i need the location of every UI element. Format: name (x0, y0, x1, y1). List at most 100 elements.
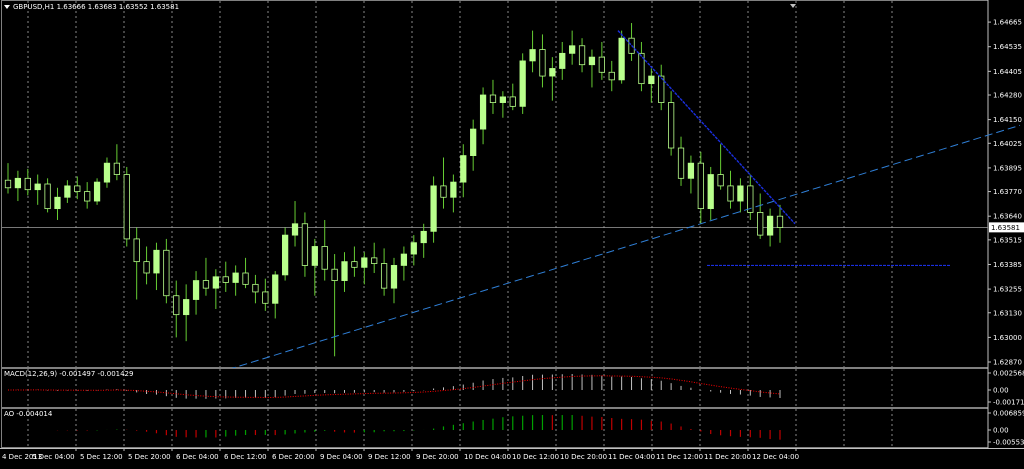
macd-canvas[interactable]: 0.002568 0.00 -0.001712 (0, 368, 1024, 408)
candle-body (84, 191, 91, 202)
candle-body (578, 45, 586, 66)
candle-body (93, 181, 101, 202)
time-tick-label: 11 Dec 12:00 (656, 453, 703, 461)
candle-body (559, 52, 566, 69)
candle-body (123, 174, 130, 240)
candle-body (588, 56, 596, 66)
candle-body (479, 94, 487, 130)
time-tick-label: 9 Dec 04:00 (320, 453, 363, 461)
candle-body (173, 295, 180, 316)
time-tick-label: 6 Dec 04:00 (176, 453, 219, 461)
time-tick-label: 6 Dec 12:00 (224, 453, 267, 461)
candle-body (390, 265, 398, 289)
time-axis: 4 Dec 2013 5 Dec 04:00 5 Dec 12:00 5 Dec 20… (0, 448, 1024, 465)
candle-body (757, 212, 764, 236)
candle-body (509, 96, 516, 107)
candle-body (4, 179, 12, 189)
candle-body (400, 253, 408, 266)
candle-body (252, 283, 259, 293)
candle-body (282, 234, 289, 276)
candle-body (14, 177, 22, 189)
time-tick-label: 9 Dec 12:00 (368, 453, 411, 461)
candle-body (727, 185, 734, 202)
chevron-down-icon[interactable] (4, 5, 10, 9)
candle-body (262, 291, 269, 304)
current-price-label: 1.63581 (991, 224, 1020, 232)
time-tick-label: 10 Dec 20:00 (560, 453, 607, 461)
price-chart-canvas[interactable]: 1.64665 1.64535 1.64405 1.64280 1.64150 1.640… (0, 0, 1024, 371)
candle-body (450, 181, 457, 198)
candle-body (291, 223, 299, 236)
candle-body (103, 162, 111, 183)
price-tick-label: 1.63895 (993, 164, 1022, 172)
trendline-solid (617, 30, 796, 225)
time-axis-canvas: 4 Dec 20135 Dec 04:00 5 Dec 12:00 5 Dec 20… (0, 448, 1024, 461)
time-tick-label: 6 Dec 20:00 (272, 453, 315, 461)
candle-body (301, 223, 309, 266)
ao-indicator-pane[interactable]: 0.006859 0.00 -0.005534 AO -0.004014 (0, 408, 1024, 448)
time-tick-label: 5 Dec 04:00 (32, 453, 75, 461)
symbol-title-text: GBPUSD,H1 1.63666 1.63683 1.63552 1.6358… (13, 3, 180, 11)
time-tick-label: 11 Dec 20:00 (704, 453, 751, 461)
candle-body (361, 257, 368, 268)
macd-tick-label: 0.00 (993, 387, 1009, 395)
ao-tick-label: 0.00 (993, 427, 1009, 435)
candle-body (737, 185, 744, 202)
time-tick-label: 10 Dec 04:00 (464, 453, 511, 461)
price-chart-pane[interactable]: 1.64665 1.64535 1.64405 1.64280 1.64150 1.640… (0, 0, 1024, 371)
candle-body (380, 263, 388, 289)
candle-body (460, 155, 467, 183)
ao-canvas[interactable]: 0.006859 0.00 -0.005534 (0, 408, 1024, 448)
candle-body (766, 215, 774, 236)
candle-body (321, 246, 328, 270)
macd-tick-label: 0.002568 (993, 370, 1024, 378)
candle-body (331, 268, 338, 281)
macd-title: MACD(12,26,9) -0.001497 -0.001429 (4, 370, 134, 378)
candle-body (440, 185, 447, 198)
time-tick-label: 10 Dec 12:00 (512, 453, 559, 461)
price-pane-border (1, 0, 989, 368)
candle-body (34, 183, 41, 191)
candle-body (539, 49, 546, 77)
candle-body (618, 37, 625, 81)
chart-shift-marker (790, 4, 796, 8)
candle-body (648, 75, 655, 85)
price-tick-label: 1.64150 (993, 116, 1022, 124)
price-tick-label: 1.63515 (993, 236, 1022, 244)
candle-body (44, 183, 51, 210)
candle-body (242, 272, 249, 285)
candle-body (420, 230, 427, 244)
price-tick-label: 1.63770 (993, 188, 1022, 196)
candle-body (183, 299, 190, 316)
price-tick-label: 1.64665 (993, 19, 1022, 27)
candle-body (153, 249, 160, 274)
candle-body (529, 49, 536, 62)
price-tick-label: 1.64025 (993, 140, 1022, 148)
chart-window[interactable]: 1.64665 1.64535 1.64405 1.64280 1.64150 1.640… (0, 0, 1024, 465)
price-tick-label: 1.64405 (993, 68, 1022, 76)
ao-tick-label: 0.006859 (993, 410, 1024, 418)
candle-body (163, 249, 170, 297)
trendline-dashed (227, 124, 1021, 371)
candle-body (677, 147, 685, 179)
macd-pane-border (1, 368, 989, 408)
candle-body (232, 272, 239, 283)
candle-body (687, 162, 695, 179)
candle-body (430, 185, 437, 232)
candle-body (143, 261, 150, 274)
ao-pane-border (1, 408, 989, 448)
candle-body (311, 246, 318, 266)
macd-indicator-pane[interactable]: 0.002568 0.00 -0.001712 MACD(12,26,9) -0.0… (0, 368, 1024, 408)
candle-body (598, 56, 605, 73)
candle-body (569, 45, 576, 54)
symbol-title: GBPUSD,H1 1.63666 1.63683 1.63552 1.6358… (4, 3, 179, 11)
candle-body (212, 276, 219, 289)
candle-body (192, 280, 200, 300)
candle-body (410, 242, 417, 255)
candle-body (24, 177, 31, 191)
candle-body (341, 261, 348, 281)
price-tick-label: 1.63385 (993, 261, 1022, 269)
time-tick-label: 5 Dec 20:00 (128, 453, 171, 461)
macd-tick-label: -0.001712 (993, 399, 1024, 407)
candle-body (776, 215, 784, 228)
